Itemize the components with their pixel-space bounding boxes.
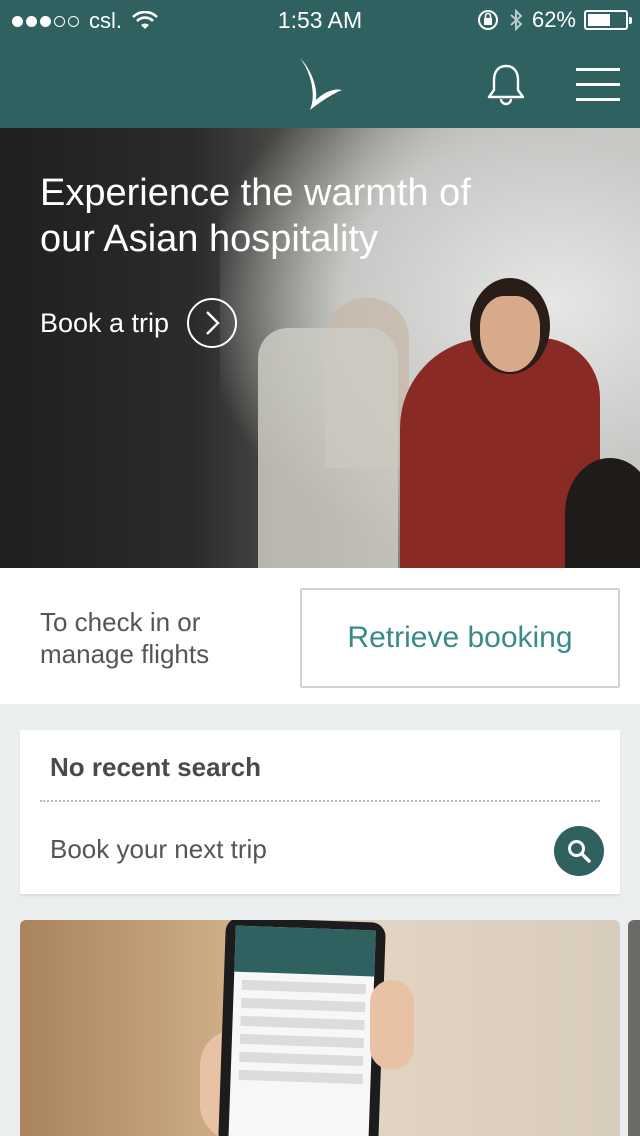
chevron-right-icon[interactable]	[187, 298, 238, 348]
next-promo-card-peek[interactable]	[628, 920, 640, 1136]
thumb-shape	[370, 980, 414, 1070]
battery-percent: 62%	[531, 7, 576, 32]
battery-fill	[588, 14, 611, 26]
brushwing-logo-icon[interactable]	[296, 56, 344, 112]
bell-icon[interactable]	[485, 62, 527, 106]
book-a-trip-label: Book a trip	[40, 307, 170, 338]
search-icon	[568, 840, 591, 863]
status-bar: csl. 1:53 AM 62%	[0, 0, 640, 40]
recent-search-card: No recent search Book your next trip	[20, 730, 620, 894]
retrieve-booking-button[interactable]: Retrieve booking	[300, 588, 620, 688]
search-button[interactable]	[554, 826, 604, 876]
battery-icon	[584, 10, 632, 30]
rotation-lock-icon	[477, 10, 498, 30]
promo-card-apple-pay[interactable]	[20, 920, 620, 1136]
seat-shape	[258, 328, 398, 568]
dotted-divider	[40, 800, 600, 802]
recent-search-title: No recent search	[50, 752, 261, 782]
manage-flights-text: To check in or manage flights	[40, 607, 210, 669]
bluetooth-icon	[510, 8, 523, 32]
top-bar: csl. 1:53 AM 62%	[0, 0, 640, 128]
manage-flights-section: To check in or manage flights Retrieve b…	[0, 568, 640, 704]
child-passenger	[565, 458, 640, 568]
book-a-trip-link[interactable]: Book a trip	[40, 298, 238, 348]
hero-banner[interactable]: Experience the warmth of our Asian hospi…	[0, 128, 640, 568]
book-next-trip-link[interactable]: Book your next trip	[50, 834, 267, 865]
attendant-face	[480, 296, 540, 372]
hero-headline: Experience the warmth of our Asian hospi…	[40, 172, 471, 260]
phone-screen	[228, 925, 376, 1136]
hamburger-menu-icon[interactable]	[576, 68, 620, 113]
status-right: 62%	[476, 7, 632, 33]
